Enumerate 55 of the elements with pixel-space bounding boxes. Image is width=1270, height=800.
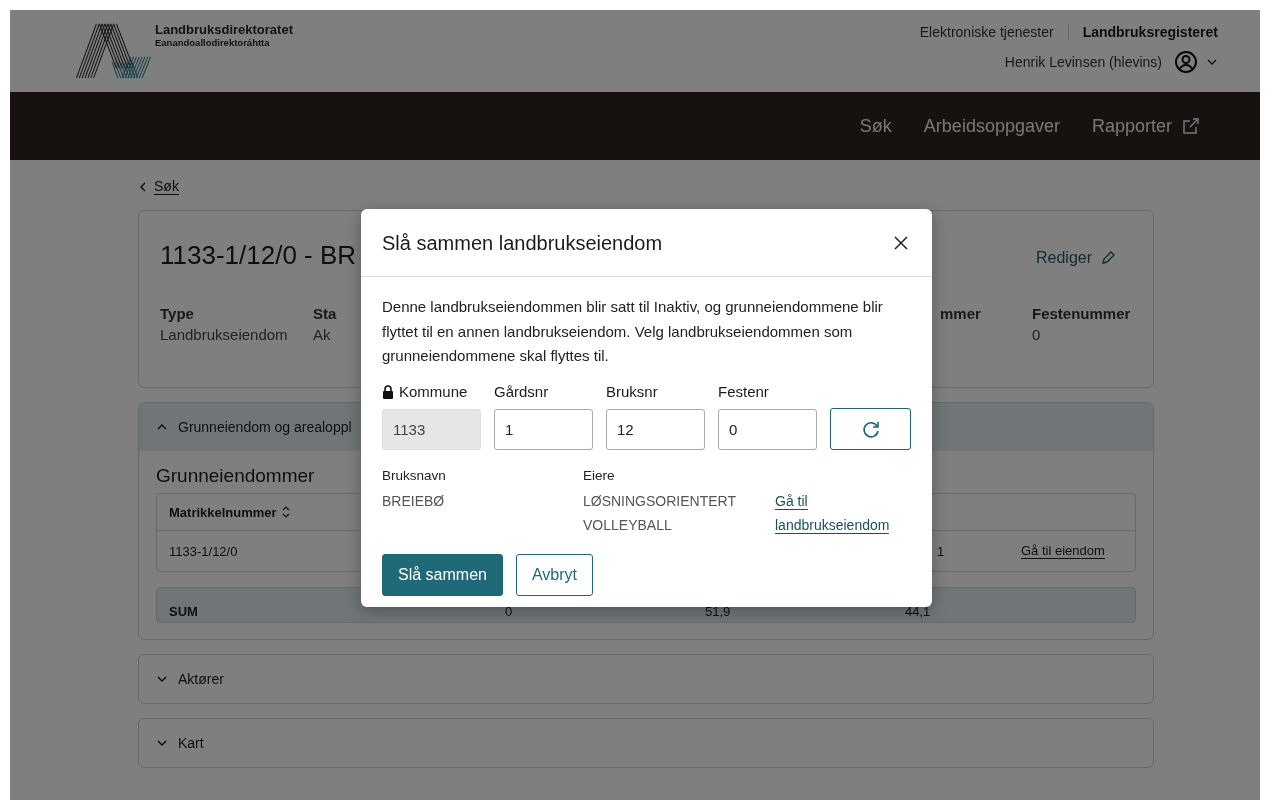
field-label: Festenr (718, 383, 769, 400)
pencil-icon (1100, 250, 1116, 266)
external-link-icon (1182, 117, 1200, 135)
property-title: 1133-1/12/0 - BR (160, 239, 357, 271)
row-link[interactable]: Gå til eiendom (1021, 543, 1105, 559)
close-button[interactable] (892, 233, 910, 252)
input-field[interactable]: 0 (718, 408, 817, 450)
edit-link[interactable]: Rediger (1035, 249, 1116, 267)
field-label: Festenummer (1032, 305, 1131, 322)
info-label: Eiere (583, 467, 616, 483)
lock-icon (382, 384, 394, 399)
property-link[interactable]: Gå til landbrukseiendom (775, 488, 911, 537)
table-cell-text: 51,9 (704, 604, 732, 619)
table-cell-text: 0 (504, 604, 514, 619)
user-icon (1174, 50, 1198, 74)
field-label: Gårdsnr (494, 383, 549, 400)
accordion-header[interactable]: Aktører (139, 655, 1153, 703)
table-cell-text: SUM (168, 604, 199, 619)
section-heading: Grunneiendommer (156, 465, 315, 487)
dialog-title: Slå sammen landbrukseiendom (382, 232, 663, 255)
field-label: mmer (940, 305, 981, 322)
back-link[interactable]: Søk (154, 178, 179, 195)
input-field: 1133 (382, 408, 481, 450)
field-label: Type (160, 305, 194, 322)
field-value: Ak (313, 326, 331, 343)
accordion-header[interactable]: Kart (139, 719, 1153, 767)
info-value: LØSNINGSORIENTERT VOLLEYBALL (583, 491, 737, 535)
nav-link[interactable]: Arbeidsoppgaver (923, 115, 1060, 137)
nav-link[interactable]: Rapporter (1091, 115, 1200, 137)
cancel-button[interactable]: Avbryt (515, 553, 593, 596)
user-name: Henrik Levinsen (hlevins) (1004, 54, 1162, 70)
field-label: Sta (313, 305, 337, 322)
field-label: Kommune (399, 383, 468, 400)
dialog-text: Denne landbrukseiendommen blir satt til Inaktiv, og grunneiendommene blir flyttet til en annen landbrukseiendom. Velg landbrukseiendommen som grunneiendommene skal flyttes til. (382, 297, 884, 366)
service-link[interactable]: Elektroniske tjenester (919, 24, 1054, 40)
nav-link[interactable]: Søk (859, 115, 892, 137)
table-cell-text: 44,1 (904, 604, 932, 619)
organization-subname: Eanandoallodirektoráhtta (155, 37, 271, 48)
field-value: Landbrukseiendom (160, 326, 288, 343)
input-field[interactable]: 1 (494, 408, 593, 450)
refresh-button[interactable] (830, 407, 911, 450)
close-icon (894, 235, 908, 250)
info-label: Bruksnavn (382, 467, 447, 483)
service-link[interactable]: Landbruksregisteret (1082, 24, 1218, 40)
field-label: Bruksnr (606, 383, 658, 400)
sort-icon (280, 505, 291, 519)
chevron-left-icon (138, 180, 148, 193)
organization-name: Landbruksdirektoratet (155, 22, 293, 37)
field-value: 0 (1032, 326, 1041, 343)
table-cell-text: 1 (936, 543, 946, 559)
info-value: BREIEBØ (382, 491, 446, 511)
user-menu-button[interactable] (1174, 50, 1218, 74)
table-cell-text: 1133-1/12/0 (168, 543, 239, 559)
input-field[interactable]: 12 (606, 408, 705, 450)
merge-button[interactable]: Slå sammen (382, 553, 503, 596)
